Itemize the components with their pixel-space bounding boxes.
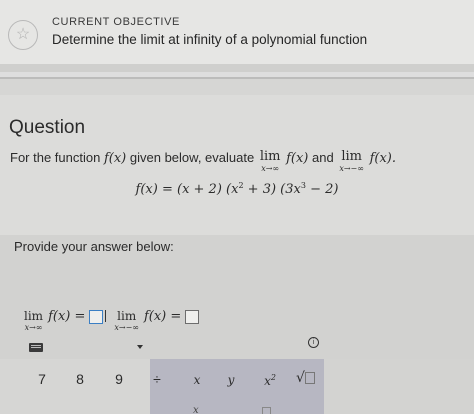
formula-part: + 3) (3x [243, 182, 301, 197]
formula-part: − 2) [305, 182, 339, 197]
prompt-text: given below, evaluate [129, 150, 255, 165]
sqrt-icon: √ [296, 370, 305, 386]
lim-expression: f(x) = [143, 309, 182, 324]
keypad-functions [324, 359, 474, 414]
limit-notation: lim x→∞ [24, 309, 43, 332]
keyboard-icon[interactable] [29, 343, 43, 352]
lim-subscript: x→−∞ [339, 164, 364, 173]
key-8[interactable]: 8 [70, 371, 90, 387]
key-x-squared[interactable]: x2 [260, 373, 280, 388]
question-prompt: For the function f(x) given below, evalu… [10, 149, 465, 174]
key-box-next-row[interactable] [262, 407, 271, 414]
lim-word: lim [341, 149, 362, 164]
math-keypad: 7 8 9 ÷ x y x2 √ x [0, 359, 474, 414]
star-icon[interactable]: ☆ [8, 20, 38, 50]
objective-header: ☆ CURRENT OBJECTIVE Determine the limit … [0, 0, 474, 64]
key-x2-base: x [264, 374, 271, 388]
key-7[interactable]: 7 [32, 371, 52, 387]
limit-notation: lim x→∞ [259, 149, 281, 174]
lim-expression: f(x) = [48, 309, 86, 324]
prompt-text: For the function [10, 150, 101, 165]
function-formula: f(x) = (x + 2) (x2 + 3) (3x3 − 2) [0, 181, 474, 197]
objective-label: CURRENT OBJECTIVE [52, 16, 180, 28]
formula-part: f(x) = (x + 2) (x [135, 182, 239, 197]
lim-expression: f(x) [286, 151, 309, 166]
key-divide[interactable]: ÷ [147, 371, 167, 387]
key-sqrt[interactable]: √ [296, 370, 315, 386]
lim-subscript: x→−∞ [114, 323, 139, 332]
objective-title: Determine the limit at infinity of a pol… [52, 32, 368, 47]
key-x2-exponent: 2 [270, 373, 276, 382]
info-icon[interactable]: i [308, 337, 319, 348]
function-name: f(x) [103, 151, 127, 166]
key-9[interactable]: 9 [109, 371, 129, 387]
limit-notation: lim x→−∞ [339, 149, 364, 174]
answer-label: Provide your answer below: [14, 239, 174, 254]
answer-input-pos-infinity[interactable] [89, 310, 104, 324]
lim-subscript: x→∞ [261, 164, 280, 173]
key-x-next-row[interactable]: x [193, 405, 199, 414]
chevron-down-icon[interactable] [137, 345, 143, 349]
divider-band [0, 79, 474, 95]
key-y[interactable]: y [221, 373, 241, 387]
lim-word: lim [259, 149, 281, 164]
answer-input-neg-infinity[interactable] [185, 310, 200, 324]
question-section: Question For the function f(x) given bel… [0, 95, 474, 235]
sqrt-placeholder [304, 372, 315, 384]
prompt-text: and [312, 150, 334, 165]
limit-notation: lim x→−∞ [114, 309, 139, 332]
divider-band [0, 64, 474, 72]
answer-panel: Provide your answer below: lim x→∞ f(x) … [0, 235, 474, 414]
lim-word: lim [24, 309, 44, 323]
lim-word: lim [117, 309, 137, 323]
question-heading: Question [9, 117, 86, 138]
text-cursor [105, 310, 107, 322]
key-x[interactable]: x [187, 373, 207, 387]
lim-expression: f(x). [369, 151, 396, 166]
answer-row: lim x→∞ f(x) = lim x→−∞ f(x) = [22, 309, 200, 332]
lim-subscript: x→∞ [24, 323, 43, 332]
